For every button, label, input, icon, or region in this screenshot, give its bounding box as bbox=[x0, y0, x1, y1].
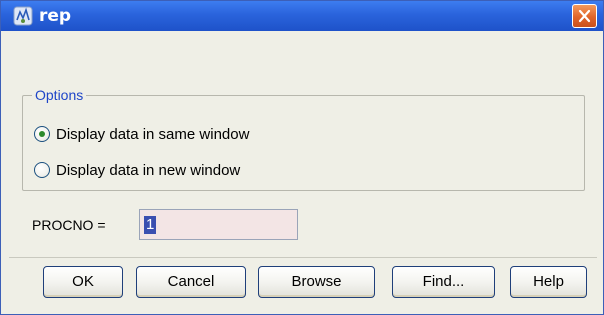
radio-option-same-window[interactable]: Display data in same window bbox=[34, 123, 249, 145]
ok-button-label: OK bbox=[72, 273, 94, 290]
browse-button[interactable]: Browse bbox=[258, 266, 375, 298]
radio-label-new-window: Display data in new window bbox=[56, 161, 241, 179]
radio-button-same-window[interactable] bbox=[34, 126, 50, 142]
radio-label-same-window: Display data in same window bbox=[56, 125, 250, 143]
close-button[interactable] bbox=[572, 4, 597, 28]
help-button-label: Help bbox=[533, 273, 564, 290]
options-legend: Options bbox=[32, 87, 87, 103]
browse-button-label: Browse bbox=[291, 273, 342, 290]
find-button[interactable]: Find... bbox=[392, 266, 495, 298]
radio-button-new-window[interactable] bbox=[34, 162, 50, 178]
button-separator bbox=[9, 257, 597, 258]
rep-dialog-window: rep Options Display data in same window … bbox=[0, 0, 604, 315]
close-icon bbox=[578, 9, 591, 23]
title-bar[interactable]: rep bbox=[1, 1, 603, 31]
window-title: rep bbox=[39, 6, 72, 26]
radio-option-new-window[interactable]: Display data in new window bbox=[34, 159, 240, 181]
find-button-label: Find... bbox=[422, 273, 465, 290]
help-button[interactable]: Help bbox=[510, 266, 587, 298]
app-icon bbox=[13, 6, 33, 26]
cancel-button-label: Cancel bbox=[167, 273, 215, 290]
cancel-button[interactable]: Cancel bbox=[136, 266, 246, 298]
ok-button[interactable]: OK bbox=[43, 266, 123, 298]
procno-input[interactable] bbox=[139, 209, 298, 240]
procno-label: PROCNO = bbox=[32, 217, 106, 233]
